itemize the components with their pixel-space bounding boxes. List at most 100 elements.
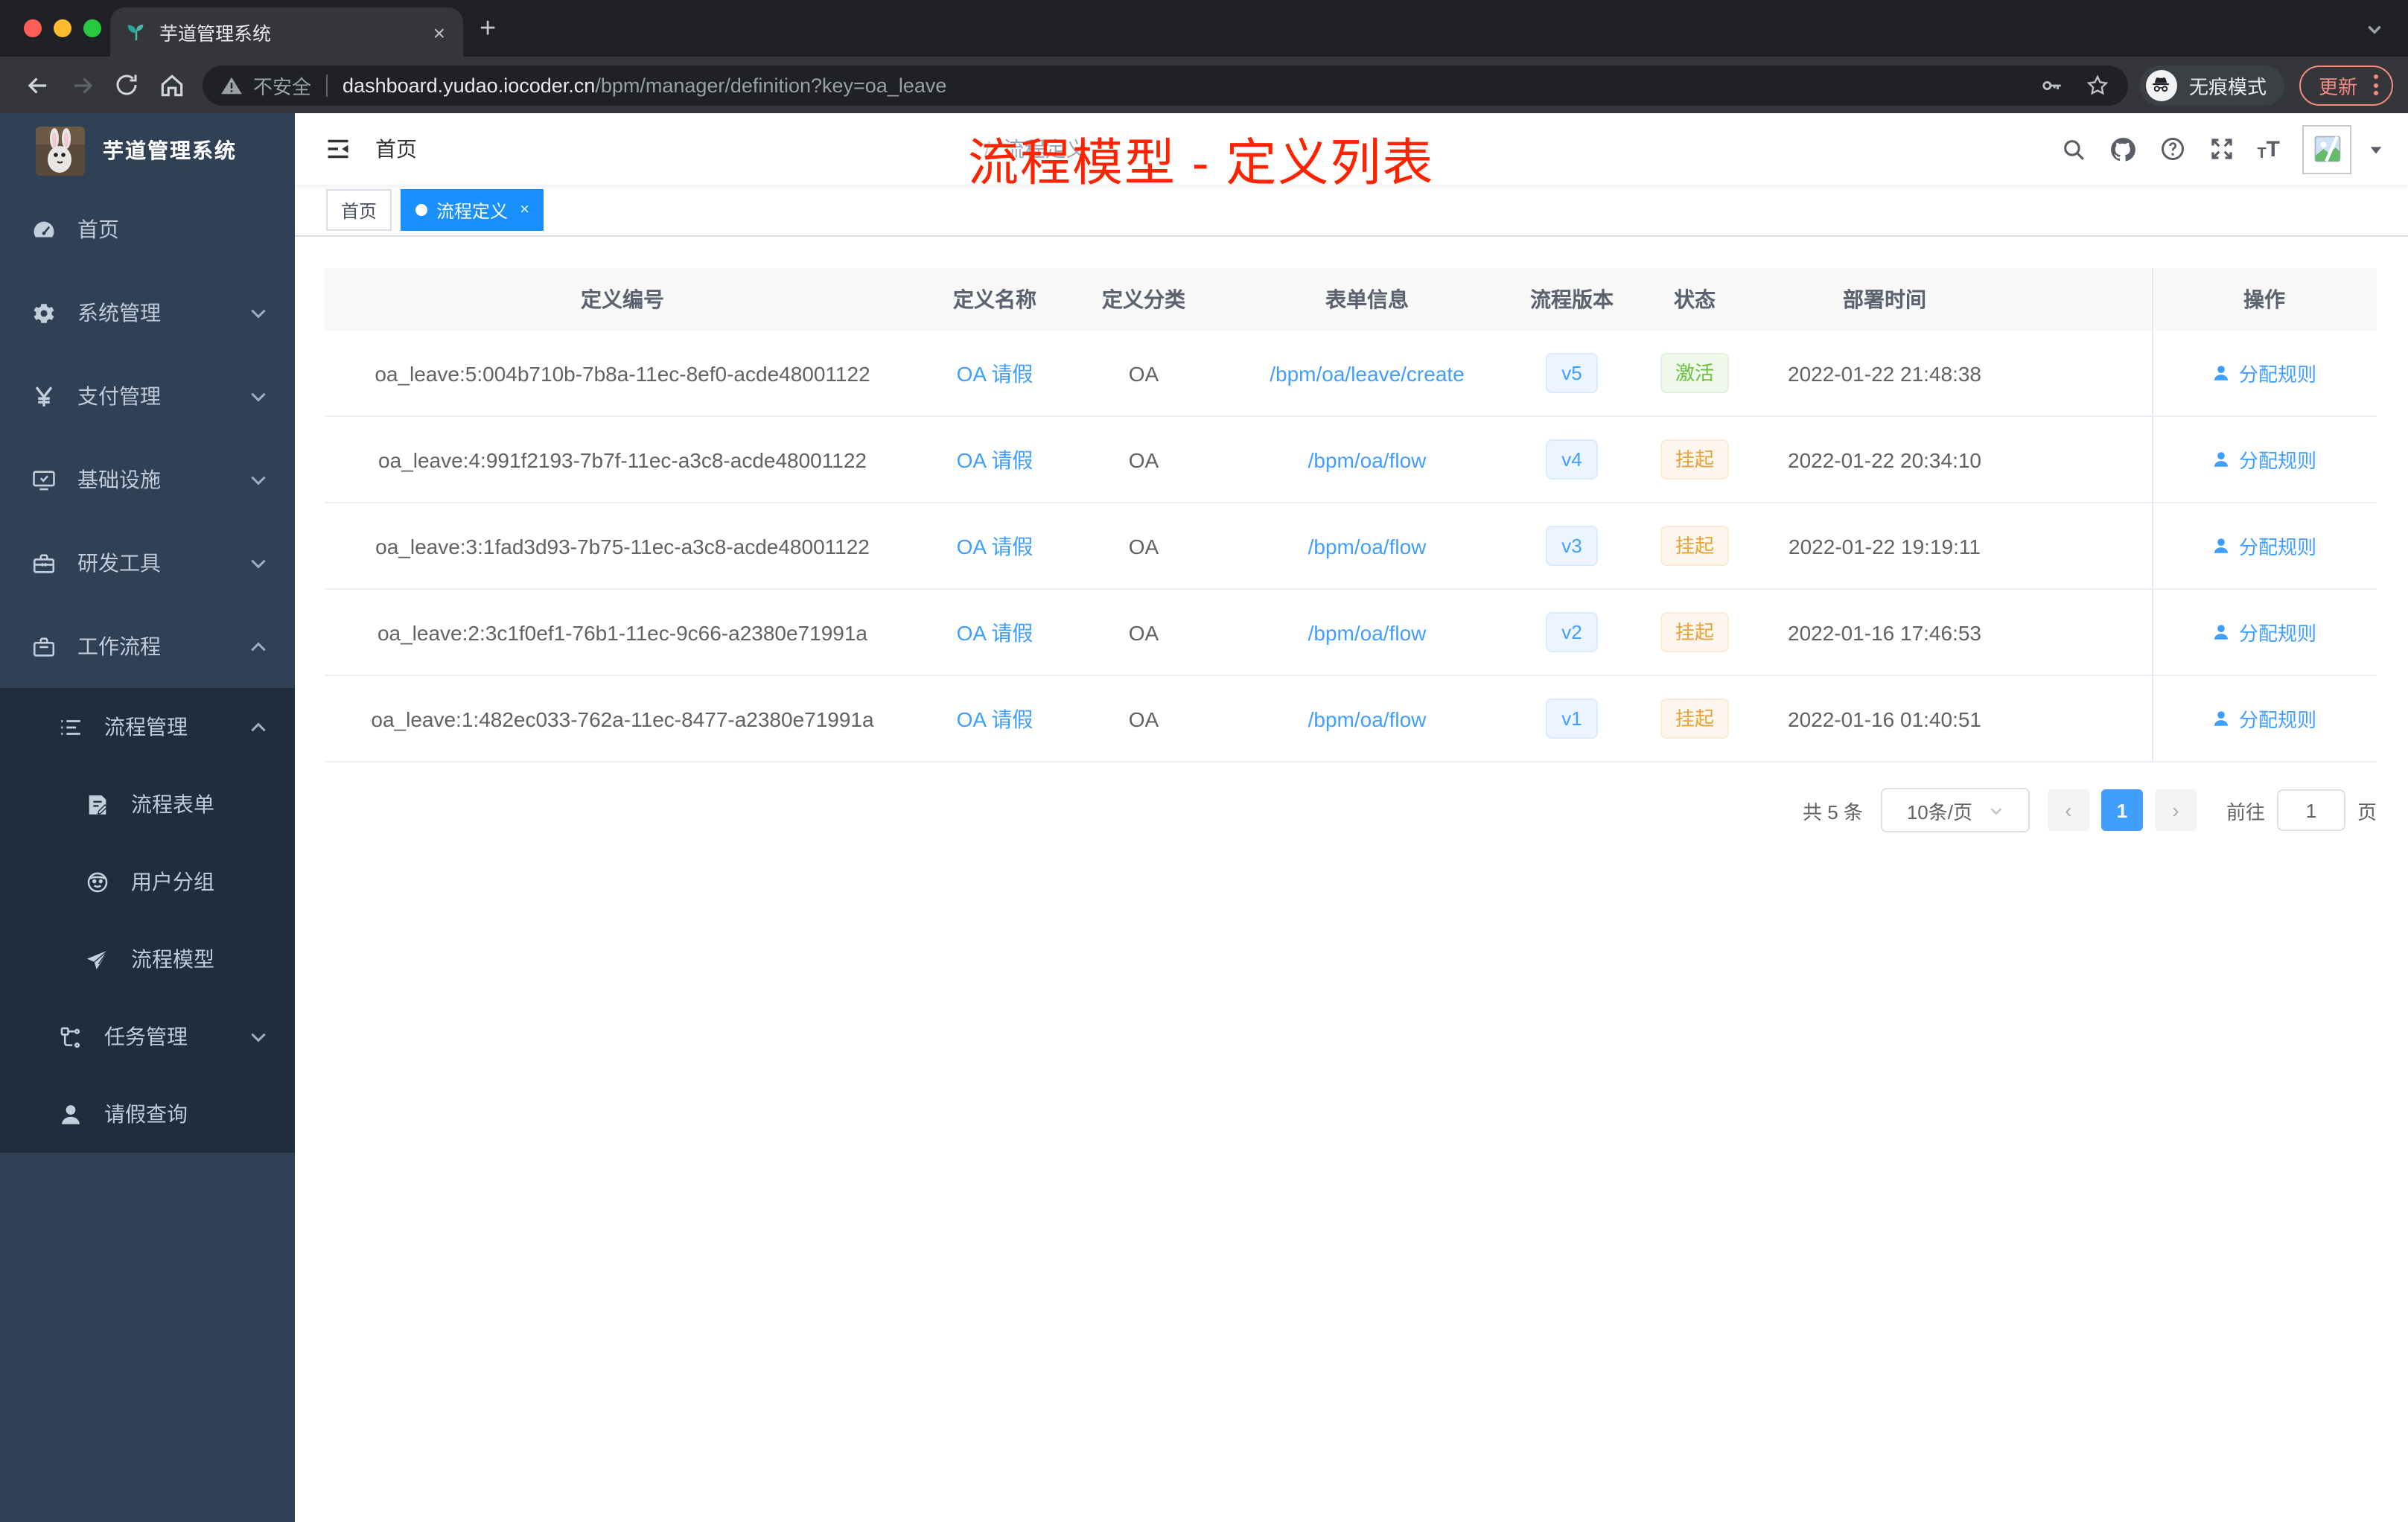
sidebar-item-system-management[interactable]: 系统管理 [0,271,295,354]
table-header: 定义编号 定义名称 定义分类 表单信息 流程版本 状态 部署时间 操作 [325,268,2377,331]
fullscreen-icon[interactable] [2208,136,2235,162]
chevron-up-icon [249,637,268,656]
user-icon [2212,536,2232,555]
close-window-button[interactable] [24,19,42,37]
fixed-column-divider [2152,268,2153,762]
user-icon [2212,363,2232,383]
table-row: oa_leave:3:1fad3d93-7b75-11ec-a3c8-acde4… [325,503,2377,590]
assign-rule-link[interactable]: 分配规则 [2212,445,2316,474]
col-status: 状态 [1674,287,1716,311]
hamburger-icon[interactable] [325,136,351,162]
help-icon[interactable] [2159,136,2185,162]
search-icon[interactable] [2060,136,2086,162]
briefcase-icon [30,634,57,659]
next-page-button[interactable]: › [2154,789,2197,831]
tag-close-icon[interactable]: × [517,201,529,219]
font-size-icon[interactable]: TT [2257,136,2280,162]
sidebar-item-leave-query[interactable]: 请假查询 [0,1075,295,1153]
forward-icon[interactable] [60,71,104,99]
github-icon[interactable] [2108,135,2136,163]
deploy-time: 2022-01-16 01:40:51 [1788,707,1981,730]
breadcrumb-home[interactable]: 首页 [375,134,971,164]
assign-rule-link[interactable]: 分配规则 [2212,618,2316,646]
browser-menu-icon[interactable] [2369,74,2383,95]
sidebar-item-dev-tools[interactable]: 研发工具 [0,521,295,605]
sidebar-item-user-group[interactable]: 用户分组 [0,843,295,920]
chevron-down-icon [249,553,268,573]
sidebar-item-infrastructure[interactable]: 基础设施 [0,438,295,521]
deploy-time: 2022-01-22 21:48:38 [1788,361,1981,385]
table-row: oa_leave:1:482ec033-762a-11ec-8477-a2380… [325,676,2377,762]
user-icon [57,1101,83,1127]
password-key-icon[interactable] [2039,72,2064,98]
user-avatar[interactable] [2302,124,2351,173]
assign-rule-link[interactable]: 分配规则 [2212,532,2316,560]
deploy-time: 2022-01-22 19:19:11 [1789,534,1981,558]
browser-tab[interactable]: 芋道管理系统 × [110,7,463,57]
assign-rule-link[interactable]: 分配规则 [2212,359,2316,387]
sidebar-item-process-form[interactable]: 流程表单 [0,765,295,843]
logo-avatar [36,126,85,175]
definition-name-link[interactable]: OA 请假 [957,704,1033,733]
pagination: 共 5 条 10条/页 ‹ 1 › 前往 页 [325,788,2377,832]
status-badge: 激活 [1660,353,1729,393]
people-icon [83,869,110,894]
form-info-link[interactable]: /bpm/oa/flow [1308,534,1427,558]
definition-name-link[interactable]: OA 请假 [957,445,1033,474]
browser-update-button[interactable]: 更新 [2299,65,2393,105]
tab-search-chevron-icon[interactable] [2365,19,2384,39]
sidebar-logo[interactable]: 芋道管理系统 [0,113,295,188]
window-controls[interactable] [24,19,101,37]
minimize-window-button[interactable] [54,19,71,37]
form-info-link[interactable]: /bpm/oa/flow [1308,448,1427,471]
status-badge: 挂起 [1660,612,1729,652]
tab-close-icon[interactable]: × [430,22,448,42]
sidebar-item-task-management[interactable]: 任务管理 [0,998,295,1075]
form-info-link[interactable]: /bpm/oa/leave/create [1270,361,1465,385]
dashboard-icon [30,217,57,242]
tag-首页[interactable]: 首页 [326,189,392,231]
user-icon [2212,450,2232,469]
sidebar-item-home[interactable]: 首页 [0,188,295,271]
form-info-link[interactable]: /bpm/oa/flow [1308,707,1427,730]
toolbox-icon [30,550,57,576]
avatar-caret-icon[interactable] [2368,141,2384,157]
goto-page-input[interactable] [2276,789,2345,831]
maximize-window-button[interactable] [83,19,101,37]
home-icon[interactable] [149,71,194,99]
definition-name-link[interactable]: OA 请假 [957,531,1033,561]
reload-icon[interactable] [104,71,149,98]
definition-name-link[interactable]: OA 请假 [957,617,1033,647]
version-badge: v2 [1545,612,1599,652]
page-size-select[interactable]: 10条/页 [1880,788,2030,832]
assign-rule-link[interactable]: 分配规则 [2212,704,2316,733]
send-icon [83,946,110,972]
sidebar-item-payment-management[interactable]: 支付管理 [0,354,295,438]
security-label[interactable]: 不安全 [253,71,311,99]
sidebar-item-workflow[interactable]: 工作流程 [0,605,295,688]
form-icon [83,792,110,817]
active-dot-icon [415,204,428,216]
form-info-link[interactable]: /bpm/oa/flow [1308,620,1427,644]
definition-table: 定义编号 定义名称 定义分类 表单信息 流程版本 状态 部署时间 操作 oa_l… [325,268,2377,762]
definition-name-link[interactable]: OA 请假 [957,358,1033,388]
user-icon [2212,709,2232,728]
definition-id: oa_leave:5:004b710b-7b8a-11ec-8ef0-acde4… [375,361,870,385]
browser-tabstrip: 芋道管理系统 × + [0,0,2408,57]
address-bar[interactable]: 不安全 dashboard.yudao.iocoder.cn/bpm/manag… [203,65,2128,105]
sidebar-item-process-model[interactable]: 流程模型 [0,920,295,998]
deploy-time: 2022-01-16 17:46:53 [1788,620,1981,644]
yen-icon [30,383,57,409]
bookmark-star-icon[interactable] [2085,72,2110,98]
col-definition-category: 定义分类 [1102,287,1185,311]
tag-流程定义[interactable]: 流程定义 × [401,189,544,231]
new-tab-button[interactable]: + [480,15,496,43]
prev-page-button[interactable]: ‹ [2047,789,2089,831]
table-row: oa_leave:2:3c1f0ef1-76b1-11ec-9c66-a2380… [325,590,2377,676]
url-text[interactable]: dashboard.yudao.iocoder.cn/bpm/manager/d… [343,74,946,96]
chevron-down-icon [249,1027,268,1046]
page-number-1[interactable]: 1 [2100,789,2143,831]
definition-id: oa_leave:3:1fad3d93-7b75-11ec-a3c8-acde4… [375,534,870,558]
sidebar-item-process-management[interactable]: 流程管理 [0,688,295,765]
back-icon[interactable] [15,71,60,99]
